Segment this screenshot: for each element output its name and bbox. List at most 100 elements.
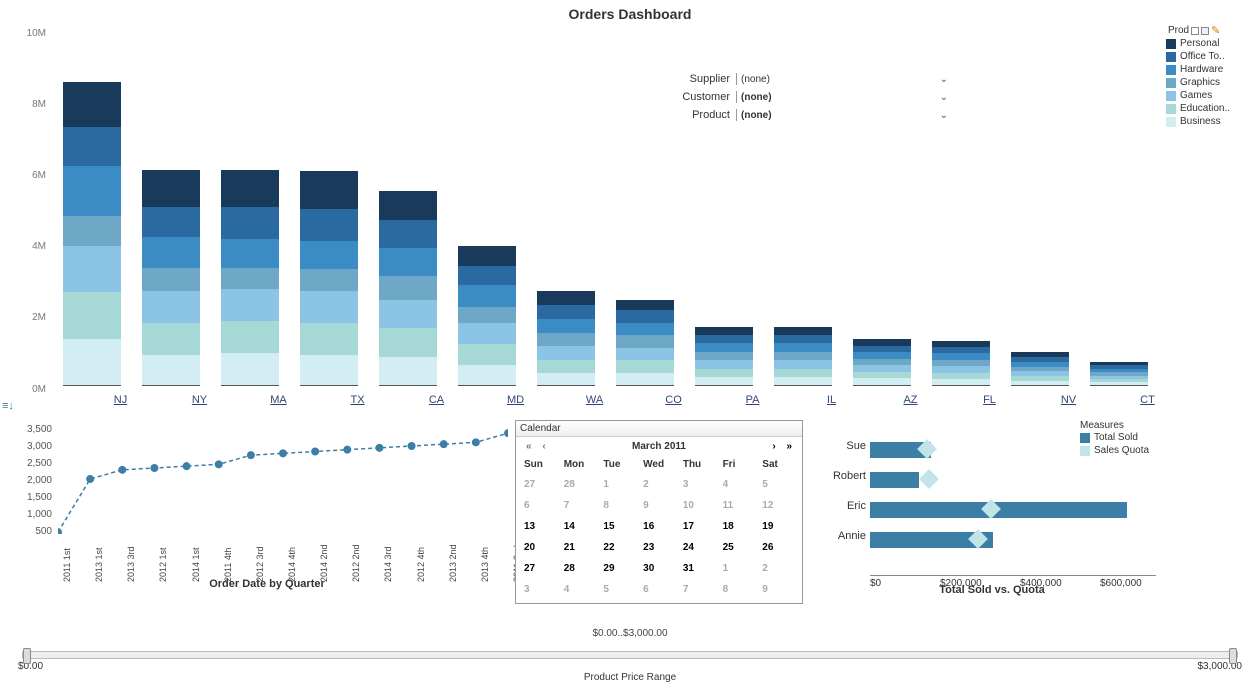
bar-PA[interactable]: PA (695, 327, 753, 388)
bar-NJ[interactable]: NJ (63, 82, 121, 388)
cal-day[interactable]: 3 (679, 474, 719, 495)
slider-handle-min[interactable] (23, 648, 31, 664)
legend-item[interactable]: Games (1166, 89, 1256, 102)
cal-day[interactable]: 15 (599, 516, 639, 537)
cal-day[interactable]: 2 (639, 474, 679, 495)
bar-IL[interactable]: IL (774, 327, 832, 388)
cal-day[interactable]: 14 (560, 516, 600, 537)
cal-day[interactable]: 27 (520, 474, 560, 495)
cal-day[interactable]: 3 (520, 579, 560, 600)
cal-day[interactable]: 10 (679, 495, 719, 516)
cal-day[interactable]: 21 (560, 537, 600, 558)
bar-label[interactable]: NV (1040, 394, 1098, 406)
cal-day[interactable]: 23 (639, 537, 679, 558)
bar-WA[interactable]: WA (537, 291, 595, 388)
cal-day[interactable]: 4 (560, 579, 600, 600)
legend-item[interactable]: Graphics (1166, 76, 1256, 89)
cal-day[interactable]: 13 (520, 516, 560, 537)
legend-item[interactable]: Business (1166, 115, 1256, 128)
quota-title: Total Sold vs. Quota (824, 584, 1160, 596)
bar-label[interactable]: IL (803, 394, 861, 406)
cal-first-icon[interactable]: « (522, 441, 536, 452)
cal-day[interactable]: 9 (758, 579, 798, 600)
legend-icon[interactable] (1201, 27, 1209, 35)
bar-label[interactable]: MA (250, 394, 308, 406)
cal-day[interactable]: 12 (758, 495, 798, 516)
chevron-down-icon[interactable]: ⌄ (940, 110, 948, 121)
bar-CA[interactable]: CA (379, 191, 437, 388)
filter-product[interactable]: Product (none) ⌄ (668, 106, 948, 124)
legend-item[interactable]: Office To.. (1166, 50, 1256, 63)
cal-day[interactable]: 16 (639, 516, 679, 537)
cal-next-icon[interactable]: › (768, 441, 779, 452)
bar-label[interactable]: TX (329, 394, 387, 406)
cal-day[interactable]: 19 (758, 516, 798, 537)
cal-day[interactable]: 25 (719, 537, 759, 558)
cal-last-icon[interactable]: » (782, 441, 796, 452)
bar-NV[interactable]: NV (1011, 352, 1069, 388)
bar-NY[interactable]: NY (142, 170, 200, 388)
quota-bar-Annie[interactable] (870, 530, 1156, 550)
slider-track[interactable] (22, 651, 1238, 659)
bar-label[interactable]: NJ (92, 394, 150, 406)
bar-FL[interactable]: FL (932, 341, 990, 388)
cal-day[interactable]: 5 (758, 474, 798, 495)
cal-day[interactable]: 4 (719, 474, 759, 495)
quota-bar-Eric[interactable] (870, 500, 1156, 520)
cal-day[interactable]: 1 (719, 558, 759, 579)
chevron-down-icon[interactable]: ⌄ (940, 74, 948, 85)
bar-label[interactable]: FL (961, 394, 1019, 406)
legend-icon[interactable]: ✎ (1211, 24, 1220, 37)
cal-day[interactable]: 6 (639, 579, 679, 600)
cal-day[interactable]: 8 (719, 579, 759, 600)
cal-day[interactable]: 26 (758, 537, 798, 558)
cal-day[interactable]: 1 (599, 474, 639, 495)
cal-day[interactable]: 5 (599, 579, 639, 600)
cal-day[interactable]: 28 (560, 474, 600, 495)
cal-day[interactable]: 17 (679, 516, 719, 537)
quota-bar-Sue[interactable] (870, 440, 1156, 460)
bar-label[interactable]: PA (724, 394, 782, 406)
legend-icon[interactable] (1191, 27, 1199, 35)
cal-dow: Wed (639, 456, 679, 474)
cal-day[interactable]: 24 (679, 537, 719, 558)
legend-item[interactable]: Education.. (1166, 102, 1256, 115)
bar-label[interactable]: NY (171, 394, 229, 406)
legend-item[interactable]: Hardware (1166, 63, 1256, 76)
bar-label[interactable]: AZ (882, 394, 940, 406)
cal-day[interactable]: 22 (599, 537, 639, 558)
bar-label[interactable]: CA (408, 394, 466, 406)
cal-day[interactable]: 29 (599, 558, 639, 579)
bar-CT[interactable]: CT (1090, 362, 1148, 388)
bar-label[interactable]: MD (487, 394, 545, 406)
cal-day[interactable]: 9 (639, 495, 679, 516)
cal-day[interactable]: 7 (560, 495, 600, 516)
cal-day[interactable]: 28 (560, 558, 600, 579)
cal-day[interactable]: 6 (520, 495, 560, 516)
chevron-down-icon[interactable]: ⌄ (940, 92, 948, 103)
cal-day[interactable]: 20 (520, 537, 560, 558)
filter-customer[interactable]: Customer (none) ⌄ (668, 88, 948, 106)
bar-label[interactable]: CO (645, 394, 703, 406)
cal-day[interactable]: 31 (679, 558, 719, 579)
bar-CO[interactable]: CO (616, 300, 674, 388)
bar-label[interactable]: CT (1119, 394, 1177, 406)
cal-day[interactable]: 30 (639, 558, 679, 579)
cal-day[interactable]: 2 (758, 558, 798, 579)
cal-prev-icon[interactable]: ‹ (538, 441, 549, 452)
cal-day[interactable]: 18 (719, 516, 759, 537)
drill-icon[interactable]: ≡↓ (2, 400, 14, 412)
bar-MD[interactable]: MD (458, 246, 516, 388)
cal-day[interactable]: 8 (599, 495, 639, 516)
bar-AZ[interactable]: AZ (853, 339, 911, 388)
bar-label[interactable]: WA (566, 394, 624, 406)
quota-bar-Robert[interactable] (870, 470, 1156, 490)
bar-TX[interactable]: TX (300, 171, 358, 388)
cal-day[interactable]: 27 (520, 558, 560, 579)
slider-handle-max[interactable] (1229, 648, 1237, 664)
cal-day[interactable]: 11 (719, 495, 759, 516)
legend-item[interactable]: Personal (1166, 37, 1256, 50)
cal-day[interactable]: 7 (679, 579, 719, 600)
filter-supplier[interactable]: Supplier (none) ⌄ (668, 70, 948, 88)
bar-MA[interactable]: MA (221, 170, 279, 388)
